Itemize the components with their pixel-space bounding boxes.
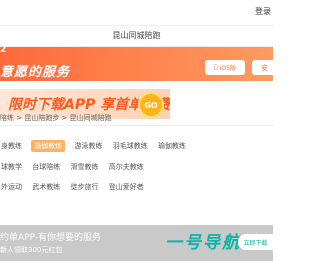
ios-download-button[interactable]:  iOS版 — [205, 60, 245, 75]
android-download-button[interactable]: 安 — [252, 60, 273, 75]
ad-headline: 约单APP-有你想要的服务 — [0, 233, 102, 243]
tag-row-3: 外运动 武术教练 徒步旅行 登山爱好者 — [0, 181, 151, 193]
android-label: 安 — [261, 63, 268, 72]
divider — [0, 125, 273, 126]
tag-item[interactable]: 台球陪练 — [31, 161, 61, 173]
tag-item[interactable]: 高尔夫教练 — [108, 161, 145, 173]
tag-item-active[interactable]: 瑜伽教练 — [31, 140, 66, 152]
ad-cta-button[interactable]: 立即下载 — [238, 234, 273, 250]
banner-text-top: 2 — [0, 47, 7, 55]
tag-item[interactable]: 滑雪教练 — [69, 161, 99, 173]
tag-item[interactable]: 瑜伽教练 — [157, 140, 187, 152]
tag-item[interactable]: 外运动 — [0, 181, 23, 193]
tag-item[interactable]: 球教学 — [0, 161, 23, 173]
ad-subline: 新人领取300元红包 — [0, 246, 63, 254]
tag-item[interactable]: 羽毛球教练 — [112, 140, 149, 152]
ad-banner[interactable]: 约单APP-有你想要的服务 新人领取300元红包 一号导航 立即下载 — [0, 225, 273, 261]
banner-text-main: 意愿的服务 — [0, 65, 71, 80]
app-download-banner[interactable]: 2 意愿的服务  iOS版 安 — [0, 47, 273, 81]
tag-row-1: 身教练 瑜伽教练 游泳教练 羽毛球教练 瑜伽教练 — [0, 140, 193, 152]
page-title: 昆山同城陪跑 — [112, 31, 161, 40]
tag-item[interactable]: 身教练 — [0, 140, 23, 152]
tag-item[interactable]: 武术教练 — [31, 181, 61, 193]
login-link[interactable]: 登录 — [255, 6, 271, 17]
ios-label: iOS版 — [217, 65, 236, 72]
apple-icon:  — [214, 64, 218, 71]
breadcrumb: 陪练 > 昆山陪跑步 > 昆山同城陪跑 — [0, 114, 112, 122]
title-bar: 昆山同城陪跑 — [0, 25, 273, 47]
tag-item[interactable]: 徒步旅行 — [69, 181, 99, 193]
tag-row-2: 球教学 台球陪练 滑雪教练 高尔夫教练 — [0, 161, 151, 173]
coin-icon: GO — [138, 92, 164, 118]
ad-brand-logo: 一号导航 — [165, 233, 241, 253]
top-bar: 登录 — [0, 0, 273, 25]
tag-item[interactable]: 游泳教练 — [73, 140, 103, 152]
tag-item[interactable]: 登山爱好者 — [108, 181, 145, 193]
